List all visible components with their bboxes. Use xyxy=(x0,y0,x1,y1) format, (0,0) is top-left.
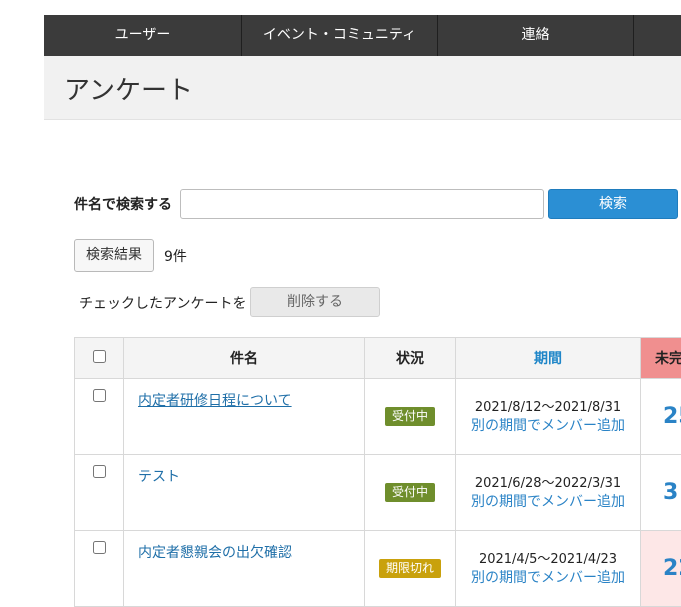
status-badge: 受付中 xyxy=(385,483,435,502)
search-results-button[interactable]: 検索結果 xyxy=(74,239,154,272)
survey-link[interactable]: 内定者懇親会の出欠確認 xyxy=(138,545,292,561)
table-header-row: 件名 状況 期間 未完 xyxy=(75,338,681,379)
table-row: 内定者研修日程について 受付中 2021/8/12～2021/8/31 別の期間… xyxy=(75,379,681,455)
header-unanswered: 未完 xyxy=(641,338,681,379)
results-count: 9件 xyxy=(164,246,187,266)
row-period-cell: 2021/8/12～2021/8/31 別の期間でメンバー追加 xyxy=(456,379,641,455)
header-period-sort[interactable]: 期間 xyxy=(456,338,641,379)
add-member-link[interactable]: 別の期間でメンバー追加 xyxy=(456,493,640,511)
survey-link[interactable]: 内定者研修日程について xyxy=(138,393,292,409)
row-period-cell: 2021/6/28～2022/3/31 別の期間でメンバー追加 xyxy=(456,455,641,531)
top-nav: ユーザー イベント・コミュニティ 連絡 xyxy=(44,15,681,56)
row-name-cell: テスト xyxy=(124,455,365,531)
nav-item-events-community[interactable]: イベント・コミュニティ xyxy=(242,15,438,56)
header-name: 件名 xyxy=(124,338,365,379)
nav-item-contact[interactable]: 連絡 xyxy=(438,15,634,56)
survey-table: 件名 状況 期間 未完 内定者研修日程について 受付中 2021/8/12～20… xyxy=(74,337,681,607)
period-range: 2021/8/12～2021/8/31 xyxy=(456,399,640,417)
unanswered-count[interactable]: 22 xyxy=(641,531,681,607)
search-button[interactable]: 検索 xyxy=(548,189,678,219)
row-status-cell: 期限切れ xyxy=(365,531,456,607)
row-checkbox[interactable] xyxy=(93,465,106,478)
title-band: アンケート xyxy=(44,56,681,120)
header-status: 状況 xyxy=(365,338,456,379)
row-checkbox[interactable] xyxy=(93,389,106,402)
survey-link[interactable]: テスト xyxy=(138,469,180,485)
row-status-cell: 受付中 xyxy=(365,455,456,531)
select-all-cell xyxy=(75,338,124,379)
table-row: 内定者懇親会の出欠確認 期限切れ 2021/4/5～2021/4/23 別の期間… xyxy=(75,531,681,607)
table-row: テスト 受付中 2021/6/28～2022/3/31 別の期間でメンバー追加 … xyxy=(75,455,681,531)
page-title: アンケート xyxy=(64,70,193,107)
add-member-link[interactable]: 別の期間でメンバー追加 xyxy=(456,569,640,587)
status-badge: 受付中 xyxy=(385,407,435,426)
row-period-cell: 2021/4/5～2021/4/23 別の期間でメンバー追加 xyxy=(456,531,641,607)
add-member-link[interactable]: 別の期間でメンバー追加 xyxy=(456,417,640,435)
row-checkbox-cell xyxy=(75,531,124,607)
bulk-action-label: チェックしたアンケートを xyxy=(79,293,246,313)
delete-button[interactable]: 削除する xyxy=(250,287,380,317)
period-range: 2021/6/28～2022/3/31 xyxy=(456,475,640,493)
unanswered-count[interactable]: 25 xyxy=(641,379,681,455)
row-name-cell: 内定者研修日程について xyxy=(124,379,365,455)
row-checkbox-cell xyxy=(75,379,124,455)
status-badge: 期限切れ xyxy=(379,559,441,578)
nav-item-users[interactable]: ユーザー xyxy=(44,15,242,56)
search-input[interactable] xyxy=(180,189,544,219)
row-checkbox-cell xyxy=(75,455,124,531)
select-all-checkbox[interactable] xyxy=(93,350,106,363)
unanswered-count[interactable]: 3 xyxy=(641,455,681,531)
survey-table-wrap: 件名 状況 期間 未完 内定者研修日程について 受付中 2021/8/12～20… xyxy=(74,337,681,607)
search-label: 件名で検索する xyxy=(74,194,172,214)
period-range: 2021/4/5～2021/4/23 xyxy=(456,551,640,569)
row-status-cell: 受付中 xyxy=(365,379,456,455)
row-checkbox[interactable] xyxy=(93,541,106,554)
row-name-cell: 内定者懇親会の出欠確認 xyxy=(124,531,365,607)
